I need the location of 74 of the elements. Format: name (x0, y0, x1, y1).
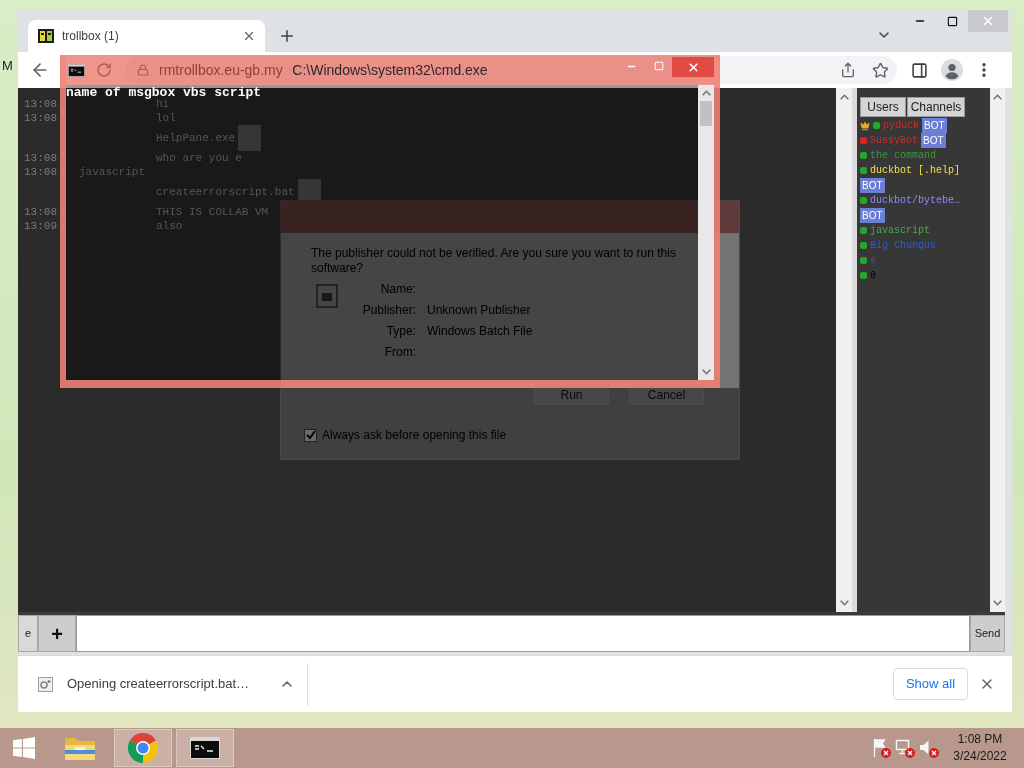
terminal-line: name of msgbox vbs script (66, 85, 263, 100)
bot-badge: BOT (860, 178, 885, 193)
share-icon[interactable] (840, 62, 856, 78)
checkbox-label: Always ask before opening this file (322, 427, 507, 444)
file-icon (38, 676, 53, 692)
taskbar-button[interactable] (176, 729, 234, 767)
new-tab-icon[interactable] (278, 27, 296, 45)
windows-logo-icon[interactable] (13, 737, 35, 759)
clock-date: 3/24/2022 (953, 748, 1007, 765)
side-panel-icon[interactable] (911, 61, 928, 79)
field-label: Type: (385, 322, 416, 340)
user-name[interactable]: the command (870, 148, 936, 163)
user-name[interactable]: SussyBot (870, 133, 918, 148)
field-value: Unknown Publisher (427, 301, 531, 319)
download-item[interactable]: Opening createerrorscript.bat… (18, 664, 262, 704)
message-time: 13:08 (24, 152, 57, 164)
close-icon[interactable] (979, 676, 995, 692)
user-name[interactable]: pyduck (883, 118, 919, 133)
maximize-icon (946, 15, 958, 27)
profile-avatar-icon[interactable] (941, 59, 963, 81)
maximize-icon (653, 61, 664, 71)
user-name[interactable]: duckbot/bytebe… (870, 193, 960, 208)
scrollbar-track[interactable] (836, 88, 852, 612)
menu-button[interactable]: e (18, 615, 38, 652)
field-value: Windows Batch File (427, 322, 533, 340)
user-name[interactable]: duckbot [.help] (870, 163, 960, 178)
terminal-icon (68, 63, 85, 77)
page-icon (38, 28, 54, 44)
field-label: Name: (379, 280, 416, 298)
browser-tab[interactable]: trollbox (1) (28, 20, 265, 52)
flag-alert-icon[interactable] (871, 738, 891, 758)
message-time: 13:08 (24, 166, 57, 178)
browser-icon (128, 733, 158, 763)
scrollbar-track[interactable] (990, 88, 1005, 612)
show-all-button[interactable]: Show all (893, 668, 968, 700)
bot-badge: BOT (921, 133, 946, 148)
field-label: Publisher: (361, 301, 416, 319)
message-author: javascript (79, 165, 145, 179)
add-button[interactable]: + (38, 615, 76, 652)
file-icon (316, 284, 338, 308)
message-time: 13:08 (24, 98, 57, 110)
file-name-text: HelpPane.exe (156, 131, 236, 145)
message-text: lol (156, 111, 176, 125)
dialog-message: The publisher could not be verified. Are you sure you want to run this software? (311, 246, 677, 276)
terminal-icon (190, 737, 220, 759)
checkbox[interactable] (304, 428, 317, 442)
window-title: C:\Windows\system32\cmd.exe (292, 61, 488, 80)
close-button[interactable] (672, 57, 714, 77)
field-label: From: (383, 343, 416, 361)
message-time: 13:09 (24, 220, 57, 232)
speaker-muted-icon[interactable] (919, 738, 939, 758)
close-icon[interactable] (242, 29, 256, 43)
file-name-text: createerrorscript.bat (156, 185, 295, 199)
thumbnail-placeholder (238, 125, 262, 151)
close-icon (686, 60, 700, 74)
message-text: THIS IS COLLAB VM (156, 205, 269, 219)
panel-tab[interactable]: Channels (907, 97, 965, 117)
close-icon (981, 14, 995, 28)
bookmark-star-icon[interactable] (872, 61, 889, 79)
desktop-icon-label: M (2, 59, 13, 73)
scrollbar-thumb[interactable] (700, 101, 712, 126)
message-time: 13:08 (24, 206, 57, 218)
message-text: hi (156, 98, 170, 111)
network-alert-icon[interactable] (895, 738, 915, 758)
scrollbar-track[interactable] (698, 85, 714, 380)
bot-badge: BOT (860, 208, 885, 223)
message-input[interactable] (76, 615, 970, 652)
send-button[interactable]: Send (970, 615, 1005, 652)
panel-tab[interactable]: Users (860, 97, 906, 117)
bot-badge: BOT (922, 118, 947, 133)
message-time: 13:08 (24, 112, 57, 124)
user-name[interactable]: javascript (870, 223, 930, 238)
lock-icon (137, 64, 149, 76)
clock-time: 1:08 PM (957, 731, 1003, 748)
